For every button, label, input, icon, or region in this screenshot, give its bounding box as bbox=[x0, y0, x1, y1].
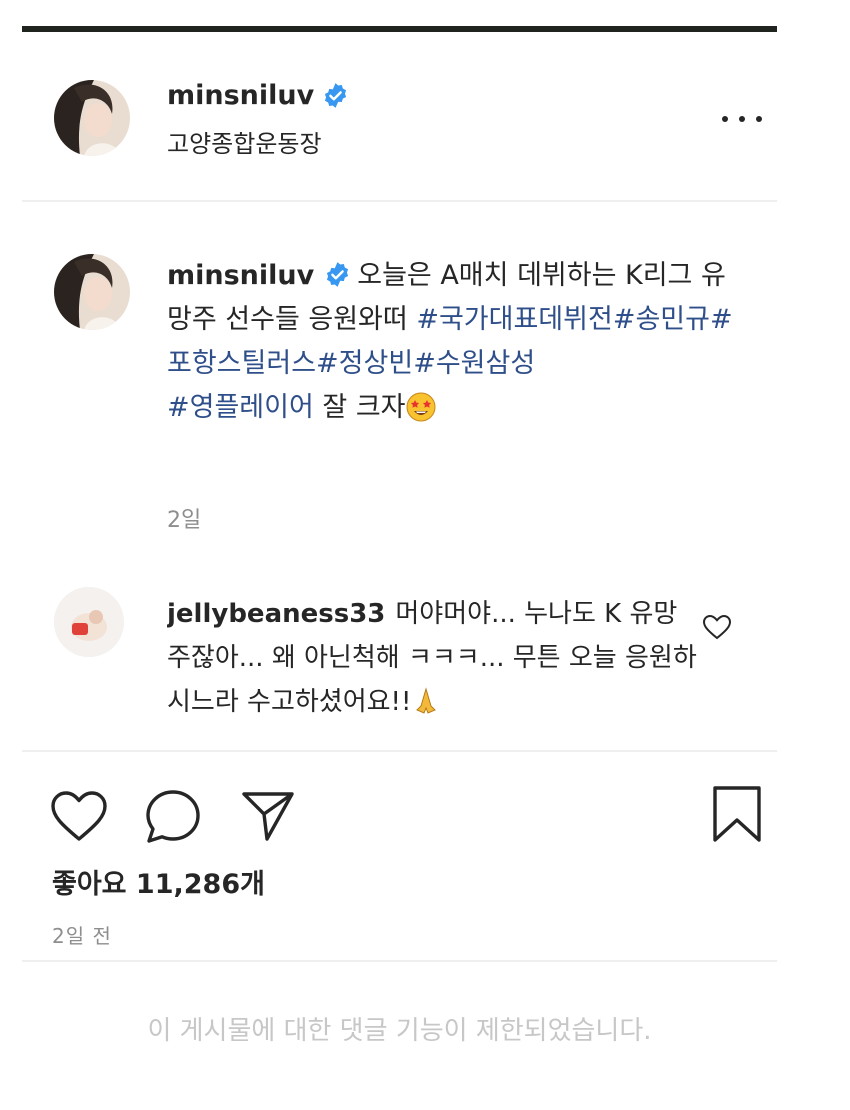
hashtag-link[interactable]: #송민규 bbox=[613, 304, 710, 335]
header-username[interactable]: minsniluv bbox=[167, 80, 314, 111]
comment-username[interactable]: jellybeaness33 bbox=[167, 599, 385, 629]
verified-badge-icon bbox=[322, 82, 349, 109]
more-options-icon[interactable] bbox=[722, 107, 762, 131]
caption-tail: 잘 크자 bbox=[322, 392, 406, 423]
caption-timestamp: 2일 bbox=[167, 508, 202, 533]
paper-plane-icon[interactable] bbox=[240, 789, 296, 847]
footer-divider bbox=[22, 960, 777, 962]
hashtag-link[interactable]: #국가대표데뷔전 bbox=[416, 304, 613, 335]
hashtag-link[interactable]: #영플레이어 bbox=[167, 392, 314, 423]
post-timestamp: 2일 전 bbox=[52, 924, 112, 948]
star-struck-emoji-icon bbox=[406, 392, 436, 422]
likes-count[interactable]: 좋아요 11,286개 bbox=[52, 862, 265, 901]
actions-divider bbox=[22, 750, 777, 752]
bookmark-icon[interactable] bbox=[710, 784, 764, 848]
comments-disabled-notice: 이 게시물에 대한 댓글 기능이 제한되었습니다. bbox=[147, 1016, 652, 1046]
hashtag-link[interactable]: #정상빈 bbox=[316, 348, 413, 379]
post-header: minsniluv 고양종합운동장 bbox=[22, 32, 777, 202]
avatar[interactable] bbox=[54, 80, 130, 156]
caption-username[interactable]: minsniluv bbox=[167, 260, 314, 291]
comment-like-heart-icon[interactable] bbox=[702, 614, 732, 640]
comment-avatar[interactable] bbox=[54, 587, 124, 657]
caption-avatar[interactable] bbox=[54, 254, 130, 330]
folded-hands-emoji-icon bbox=[411, 686, 441, 716]
heart-icon[interactable] bbox=[50, 790, 108, 846]
post-panel: minsniluv 고양종합운동장 minsniluv 오늘은 A매치 데뷔하는… bbox=[22, 32, 777, 1110]
more-dot bbox=[739, 116, 745, 122]
header-username-row: minsniluv bbox=[167, 80, 349, 111]
verified-badge-icon bbox=[324, 258, 351, 287]
header-divider bbox=[22, 200, 777, 202]
location-link[interactable]: 고양종합운동장 bbox=[167, 124, 322, 159]
comment-bubble-icon[interactable] bbox=[144, 788, 202, 848]
post-caption: minsniluv 오늘은 A매치 데뷔하는 K리그 유망주 선수들 응원와떠 #… bbox=[167, 254, 737, 430]
more-dot bbox=[756, 116, 762, 122]
more-dot bbox=[722, 116, 728, 122]
hashtag-link[interactable]: #수원삼성 bbox=[413, 348, 535, 379]
comment-item: jellybeaness33 머야머야... 누나도 K 유망주잖아... 왜 아… bbox=[167, 592, 697, 750]
